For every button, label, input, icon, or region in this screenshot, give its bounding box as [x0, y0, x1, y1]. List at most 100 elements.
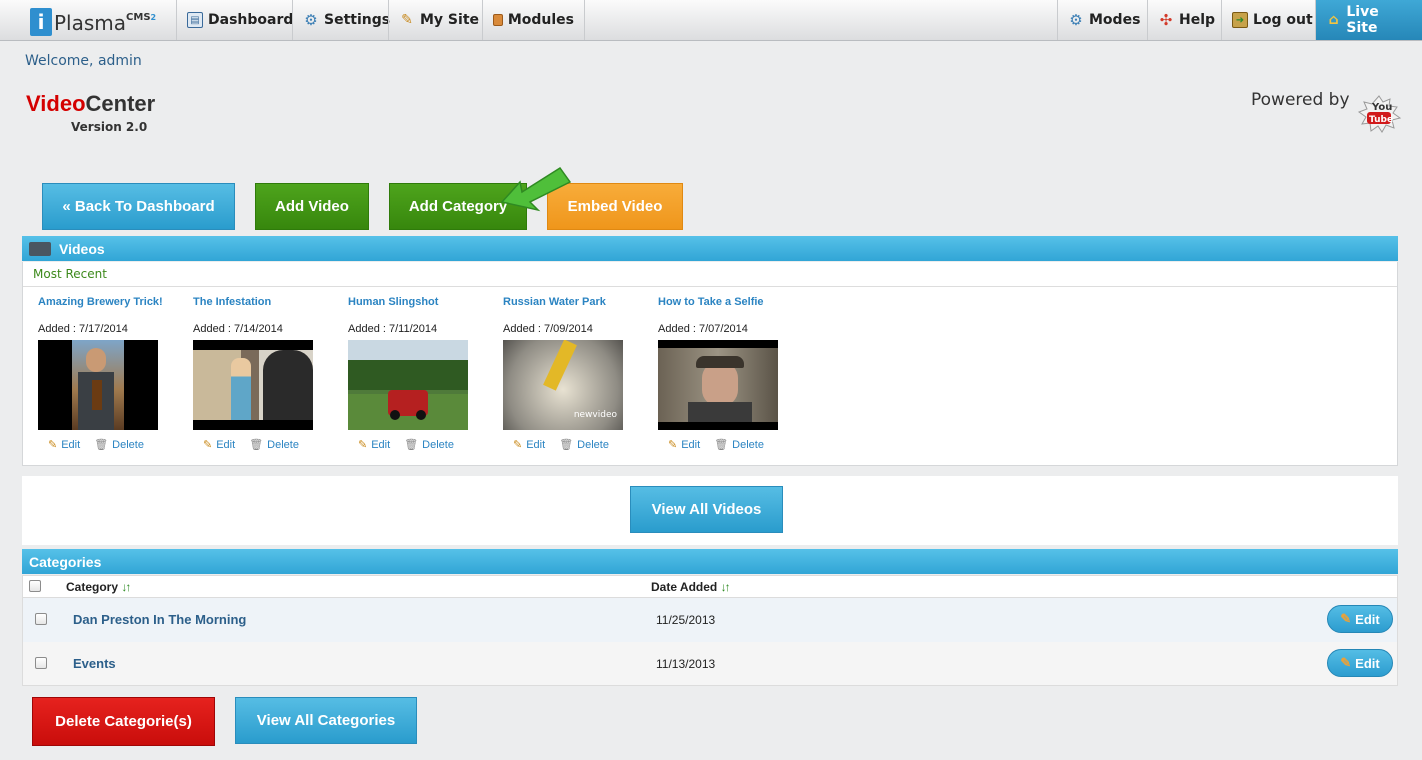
video-card: Human Slingshot Added : 7/11/2014 ✎ Edit …: [348, 296, 498, 451]
nav-modules[interactable]: Modules: [482, 0, 585, 40]
select-all-checkbox[interactable]: [29, 580, 41, 592]
video-edit-link[interactable]: ✎ Edit: [358, 438, 390, 451]
plasmacms-logo[interactable]: i Plasma CMS2: [30, 6, 156, 36]
pencil-icon: ✎: [48, 439, 58, 451]
video-card: The Infestation Added : 7/14/2014 ✎ Edit …: [193, 296, 343, 451]
date-added-column-header[interactable]: Date Added ↓↑: [651, 580, 731, 594]
top-navbar: i Plasma CMS2 ▤ Dashboard ⚙ Settings ✎ M…: [0, 0, 1422, 41]
nav-my-site-label: My Site: [420, 12, 480, 28]
videos-panel: Most Recent Amazing Brewery Trick! Added…: [22, 262, 1398, 466]
video-delete-link[interactable]: 🗑 Delete: [249, 438, 299, 451]
edit-label: Edit: [216, 439, 236, 451]
delete-label: Delete: [732, 439, 764, 451]
video-edit-link[interactable]: ✎ Edit: [513, 438, 545, 451]
category-edit-button[interactable]: ✎ Edit: [1327, 605, 1393, 633]
video-card: Amazing Brewery Trick! Added : 7/17/2014…: [38, 296, 188, 451]
nav-modes-label: Modes: [1089, 12, 1141, 28]
nav-settings[interactable]: ⚙ Settings: [292, 0, 400, 40]
nav-modes[interactable]: ⚙ Modes: [1057, 0, 1150, 40]
video-thumbnail[interactable]: [193, 340, 313, 430]
pencil-icon: ✎: [203, 439, 213, 451]
category-name-link[interactable]: Dan Preston In The Morning: [73, 612, 246, 627]
nav-log-out[interactable]: ➜ Log out: [1221, 0, 1323, 40]
powered-by-text: Powered by: [1251, 90, 1350, 110]
videos-panel-header: Videos: [22, 236, 1398, 261]
delete-categories-button[interactable]: Delete Categorie(s): [32, 697, 215, 746]
newvideo-watermark: newvideo: [573, 410, 617, 420]
edit-label: Edit: [526, 439, 546, 451]
view-all-categories-button[interactable]: View All Categories: [235, 697, 417, 744]
table-row: Dan Preston In The Morning 11/25/2013 ✎ E…: [22, 598, 1398, 642]
video-thumbnail[interactable]: [38, 340, 158, 430]
video-added-date: Added : 7/17/2014: [38, 323, 128, 335]
pencil-icon: ✎: [668, 439, 678, 451]
nav-dashboard-label: Dashboard: [208, 12, 294, 28]
trash-icon: 🗑: [94, 439, 109, 451]
video-title-link[interactable]: Russian Water Park: [503, 296, 653, 308]
category-column-header[interactable]: Category ↓↑: [66, 580, 131, 594]
video-thumbnail[interactable]: newvideo: [503, 340, 623, 430]
sort-arrows-icon: ↓↑: [720, 580, 731, 594]
video-delete-link[interactable]: 🗑 Delete: [714, 438, 764, 451]
nav-log-out-label: Log out: [1253, 12, 1313, 28]
lifebuoy-icon: ✣: [1159, 11, 1173, 29]
edit-label: Edit: [371, 439, 391, 451]
divider: [23, 286, 1397, 287]
youtube-logo-you: You: [1371, 102, 1392, 113]
add-video-button[interactable]: Add Video: [255, 183, 369, 230]
videos-panel-title: Videos: [59, 240, 105, 257]
edit-label: Edit: [1355, 655, 1380, 671]
date-added-column-label: Date Added: [651, 580, 718, 594]
video-title-link[interactable]: The Infestation: [193, 296, 343, 308]
welcome-text: Welcome, admin: [25, 53, 142, 69]
module-title-red: Video: [26, 91, 86, 116]
video-delete-link[interactable]: 🗑 Delete: [559, 438, 609, 451]
logo-i-icon: i: [30, 8, 52, 36]
nav-dashboard[interactable]: ▤ Dashboard: [176, 0, 303, 40]
video-delete-link[interactable]: 🗑 Delete: [404, 438, 454, 451]
video-added-date: Added : 7/09/2014: [503, 323, 593, 335]
table-row: Events 11/13/2013 ✎ Edit: [22, 642, 1398, 686]
video-delete-link[interactable]: 🗑 Delete: [94, 438, 144, 451]
most-recent-label: Most Recent: [33, 267, 107, 281]
video-card: Russian Water Park Added : 7/09/2014 new…: [503, 296, 653, 451]
row-checkbox[interactable]: [35, 657, 47, 669]
nav-live-site[interactable]: ⌂ Live Site: [1315, 0, 1422, 40]
row-checkbox[interactable]: [35, 613, 47, 625]
video-title-link[interactable]: How to Take a Selfie: [658, 296, 808, 308]
video-title-link[interactable]: Amazing Brewery Trick!: [38, 296, 188, 308]
trash-icon: 🗑: [249, 439, 264, 451]
categories-panel-title: Categories: [29, 553, 102, 570]
nav-help[interactable]: ✣ Help: [1147, 0, 1225, 40]
nav-settings-label: Settings: [324, 12, 391, 28]
video-edit-link[interactable]: ✎ Edit: [668, 438, 700, 451]
modules-icon: [493, 14, 503, 26]
pencil-icon: ✎: [1340, 655, 1352, 670]
home-icon: ⌂: [1328, 12, 1339, 28]
gears-icon: ⚙: [1069, 11, 1083, 29]
logo-superscript-number: 2: [150, 13, 157, 22]
logo-text: Plasma: [54, 11, 127, 35]
video-title-link[interactable]: Human Slingshot: [348, 296, 498, 308]
green-pointer-arrow-icon: [500, 166, 572, 212]
pencil-icon: ✎: [1340, 611, 1352, 626]
category-edit-button[interactable]: ✎ Edit: [1327, 649, 1393, 677]
back-to-dashboard-button[interactable]: « Back To Dashboard: [42, 183, 235, 230]
video-card: How to Take a Selfie Added : 7/07/2014 ✎…: [658, 296, 808, 451]
video-edit-link[interactable]: ✎ Edit: [203, 438, 235, 451]
view-all-videos-button[interactable]: View All Videos: [630, 486, 783, 533]
pencil-page-icon: ✎: [401, 12, 413, 28]
dashboard-icon: ▤: [187, 12, 203, 28]
video-edit-link[interactable]: ✎ Edit: [48, 438, 80, 451]
video-thumbnail[interactable]: [658, 340, 778, 430]
nav-modules-label: Modules: [507, 12, 574, 28]
category-name-link[interactable]: Events: [73, 656, 116, 671]
pencil-icon: ✎: [513, 439, 523, 451]
nav-help-label: Help: [1179, 12, 1216, 28]
categories-panel-header: Categories: [22, 549, 1398, 574]
delete-label: Delete: [112, 439, 144, 451]
sort-arrows-icon: ↓↑: [121, 580, 131, 594]
module-title-rest: Center: [85, 91, 156, 116]
nav-my-site[interactable]: ✎ My Site: [388, 0, 489, 40]
video-thumbnail[interactable]: [348, 340, 468, 430]
